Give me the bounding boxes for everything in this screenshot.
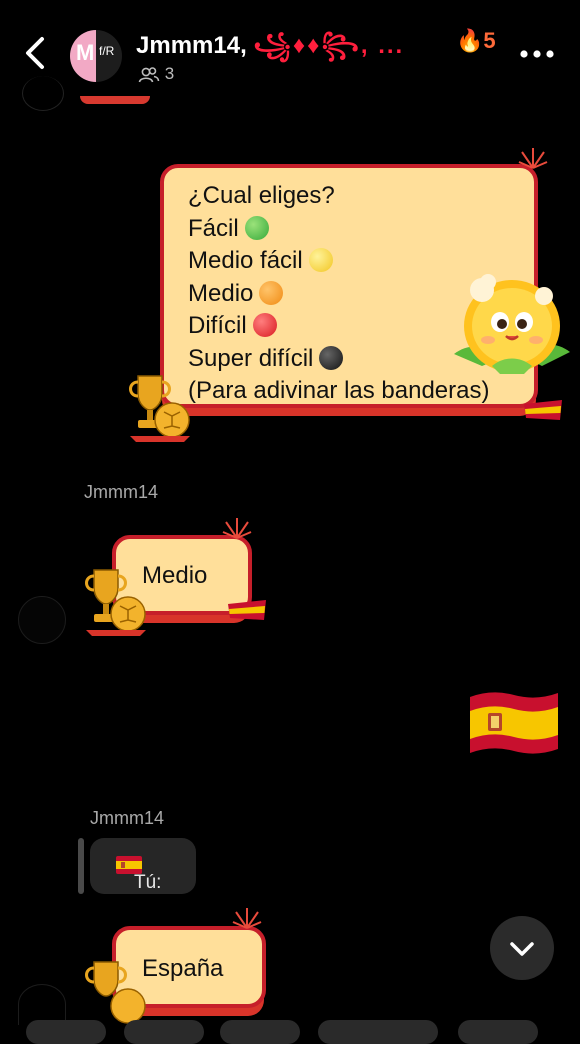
quick-reply-chip[interactable] [124, 1020, 204, 1044]
message-text: Medio [142, 562, 208, 589]
people-icon [138, 66, 160, 82]
sparkle-decoration-icon [232, 908, 262, 929]
chevron-down-icon [510, 942, 534, 956]
more-button[interactable] [520, 40, 554, 60]
sunflower-mascot-icon [454, 274, 570, 374]
quoted-message[interactable]: Tú: [90, 838, 196, 894]
chat-title[interactable]: Jmmm14, ꧁♦♦꧂, ... [136, 26, 404, 75]
quote-text: Tú: [112, 855, 161, 893]
streak-badge[interactable]: 🔥5 [456, 28, 496, 54]
chat-title-deco: ꧁♦♦꧂, ... [253, 32, 405, 59]
chat-header: M f/R Jmmm14, ꧁♦♦꧂, ... 🔥5 3 [0, 0, 580, 96]
avatar-letter: M [76, 40, 95, 65]
sparkle-decoration-icon [518, 148, 548, 169]
quick-reply-chip[interactable] [458, 1020, 538, 1044]
back-button[interactable] [20, 36, 50, 70]
group-avatar[interactable]: M f/R [70, 30, 122, 82]
chat-title-name: Jmmm14, [136, 32, 254, 59]
message-bubble-partial [80, 96, 150, 104]
quote-bar [78, 838, 84, 894]
scroll-to-bottom-button[interactable] [490, 916, 554, 980]
quick-reply-chip[interactable] [26, 1020, 106, 1044]
spain-ribbon-decoration-icon [228, 600, 266, 620]
sender-avatar[interactable] [18, 596, 66, 644]
message-line: ¿Cual eliges? [188, 182, 335, 209]
yellow-circle-icon [308, 248, 333, 272]
spain-flag-emoji-message[interactable] [468, 689, 560, 757]
trophy-ball-decoration-icon [129, 375, 190, 442]
quick-reply-chip[interactable] [318, 1020, 438, 1044]
streak-count: 5 [483, 28, 496, 53]
more-dots-icon [520, 50, 554, 58]
sparkle-decoration-icon [222, 518, 252, 539]
message-line: Fácil [188, 213, 534, 246]
sender-name: Jmmm14 [84, 482, 159, 502]
members-count: 3 [164, 64, 175, 83]
avatar-mark: f/R [99, 44, 115, 58]
spain-ribbon-decoration-icon [524, 400, 562, 420]
orange-circle-icon [259, 280, 284, 305]
fire-icon: 🔥 [456, 28, 484, 53]
chevron-left-icon [26, 37, 44, 69]
red-circle-icon [252, 313, 277, 337]
members-indicator[interactable]: 3 [138, 64, 174, 84]
message-text: España [142, 955, 224, 982]
sender-name: Jmmm14 [90, 808, 165, 828]
quick-reply-chip[interactable] [220, 1020, 300, 1044]
trophy-ball-decoration-icon [85, 569, 146, 636]
green-circle-icon [244, 215, 269, 240]
avatar-partial [22, 76, 64, 111]
black-circle-icon [319, 345, 344, 370]
